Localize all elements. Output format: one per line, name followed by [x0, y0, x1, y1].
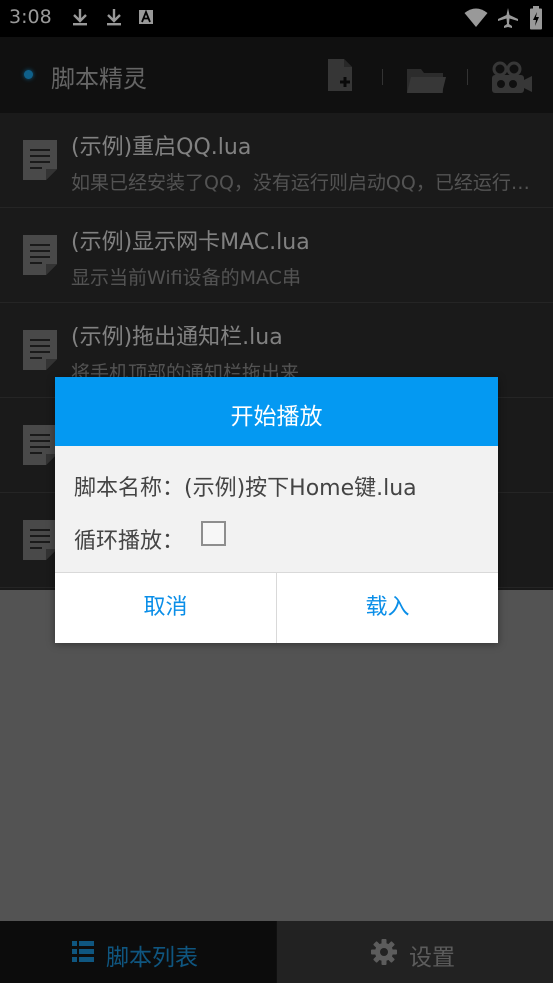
screen: 3:08 脚本精灵 (示例)重启QQ.lua 如果已经安装了QQ，没有运行则启动… — [0, 0, 553, 983]
dialog-button-row: 取消 载入 — [55, 572, 498, 643]
cancel-button[interactable]: 取消 — [55, 573, 277, 643]
loop-playback-checkbox[interactable] — [201, 521, 226, 546]
load-button[interactable]: 载入 — [277, 573, 498, 643]
dialog-title: 开始播放 — [230, 404, 323, 430]
dialog-header: 开始播放 — [55, 377, 498, 446]
start-playback-dialog: 开始播放 脚本名称：(示例)按下Home键.lua 循环播放： 取消 载入 — [55, 377, 498, 643]
loop-playback-label: 循环播放： — [74, 529, 185, 554]
script-name-label: 脚本名称：(示例)按下Home键.lua — [74, 476, 417, 501]
